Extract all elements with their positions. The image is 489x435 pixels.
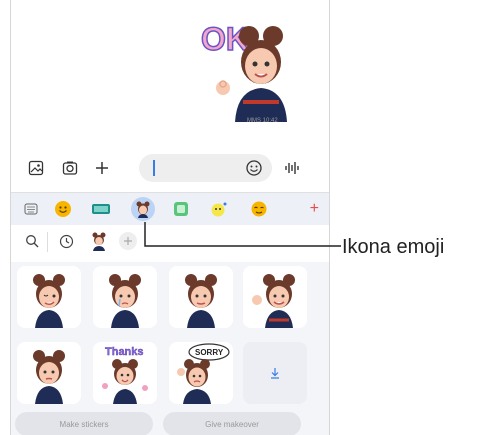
gif-icon[interactable] xyxy=(91,199,111,219)
stickers-face-icon[interactable] xyxy=(249,199,269,219)
voice-icon[interactable] xyxy=(283,159,301,177)
sticker-sorry-text: SORRY xyxy=(195,348,224,357)
message-timestamp: MMS 10:42 xyxy=(247,118,278,124)
phone-screen: OK MMS 10:42 + Thanks SORRY Make sticker… xyxy=(10,0,330,435)
add-avatar-icon[interactable] xyxy=(119,232,137,250)
camera-icon[interactable] xyxy=(61,159,79,177)
sticker-cell[interactable] xyxy=(243,266,307,328)
ar-emoji-ok-sticker[interactable]: OK xyxy=(193,10,305,122)
sticker-cell[interactable] xyxy=(93,266,157,328)
emoji-face-icon[interactable] xyxy=(53,199,73,219)
keyboard-icon[interactable] xyxy=(21,199,41,219)
search-icon[interactable] xyxy=(25,234,39,253)
give-makeover-button[interactable]: Give makeover xyxy=(163,412,301,435)
callout-label: Ikona emoji xyxy=(342,236,445,258)
sticker-icon[interactable] xyxy=(171,199,191,219)
message-composer xyxy=(11,146,329,190)
download-icon xyxy=(271,368,279,379)
ar-emoji-icon[interactable] xyxy=(131,197,155,221)
bitmoji-icon[interactable] xyxy=(209,199,229,219)
emoji-icon[interactable] xyxy=(245,159,263,177)
download-more-button[interactable] xyxy=(243,342,307,404)
sticker-cell[interactable] xyxy=(169,266,233,328)
sticker-grid: Thanks SORRY xyxy=(11,262,329,435)
divider xyxy=(47,232,48,252)
sticker-cell[interactable]: Thanks xyxy=(93,342,157,404)
text-cursor xyxy=(153,160,155,176)
sticker-cell[interactable] xyxy=(17,342,81,404)
gallery-icon[interactable] xyxy=(27,159,45,177)
recent-icon[interactable] xyxy=(59,234,74,254)
avatar-thumb-icon[interactable] xyxy=(91,231,107,256)
add-icon[interactable] xyxy=(93,159,111,177)
sticker-thanks-text: Thanks xyxy=(105,346,144,358)
add-tray-button[interactable]: + xyxy=(310,199,319,219)
sticker-cell[interactable] xyxy=(17,266,81,328)
sticker-cell[interactable]: SORRY xyxy=(169,342,233,404)
make-stickers-button[interactable]: Make stickers xyxy=(15,412,153,435)
callout-line xyxy=(144,222,341,247)
chat-area: OK MMS 10:42 xyxy=(11,0,329,140)
